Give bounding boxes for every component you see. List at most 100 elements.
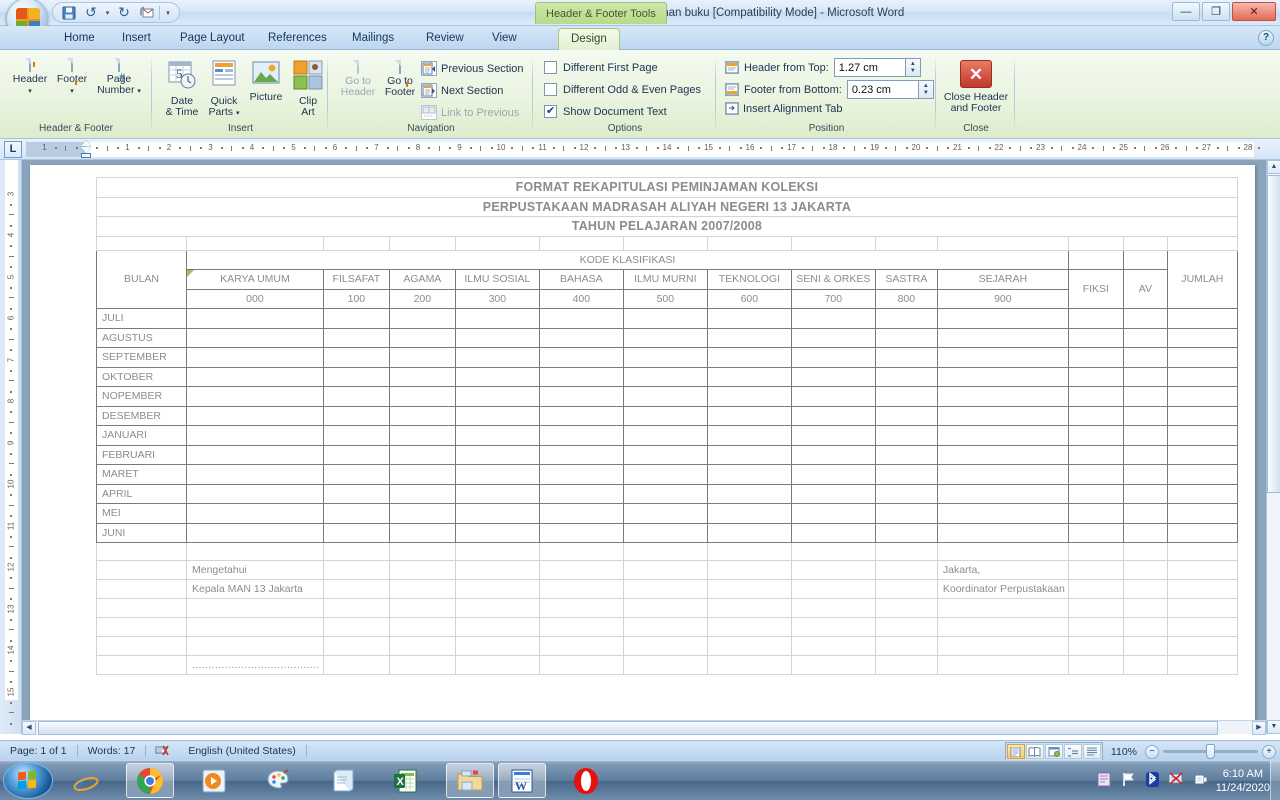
data-cell[interactable] [388,405,456,426]
data-cell[interactable] [1122,308,1168,329]
next-section-button[interactable]: Next Section [421,83,503,98]
checkbox-icon[interactable] [544,61,557,74]
taskbar-notepad[interactable] [318,763,366,798]
data-cell[interactable] [388,347,456,368]
table-row[interactable]: FEBRUARI [96,444,1238,465]
ruler-track[interactable]: 1 1 2 3 4 5 6 7 8 9 10 11 12 13 14 15 16 17 18 19 20 21 22 23 24… [26,139,1280,159]
spinner-down-icon[interactable]: ▼ [910,68,916,75]
spinner-down-icon[interactable]: ▼ [923,90,929,97]
language-indicator[interactable]: English (United States) [178,741,305,761]
taskbar-windows-explorer[interactable] [446,763,494,798]
spinner-up-icon[interactable]: ▲ [910,61,916,68]
table-row[interactable]: JUNI [96,522,1238,543]
data-cell[interactable] [622,522,708,543]
data-cell[interactable] [622,464,708,485]
table-row[interactable]: MARET [96,464,1238,485]
data-cell[interactable] [388,464,456,485]
table-row[interactable]: MEI [96,503,1238,524]
page-indicator[interactable]: Page: 1 of 1 [0,741,77,761]
tab-page-layout[interactable]: Page Layout [168,28,257,50]
redo-icon[interactable]: ↻ [114,4,134,22]
data-cell[interactable] [1067,503,1124,524]
taskbar-opera-browser[interactable] [562,763,610,798]
data-cell[interactable] [1166,366,1238,387]
proofing-errors-icon[interactable] [146,741,178,761]
table-row[interactable]: NOPEMBER [96,386,1238,407]
data-cell[interactable] [790,444,876,465]
data-cell[interactable] [322,405,390,426]
data-cell[interactable] [622,425,708,446]
tab-home[interactable]: Home [52,28,107,50]
data-cell[interactable] [874,347,938,368]
data-cell[interactable] [186,405,324,426]
data-cell[interactable] [936,308,1069,329]
data-cell[interactable] [388,503,456,524]
data-cell[interactable] [454,405,540,426]
table-row[interactable]: JULI [96,308,1238,329]
footer-from-bottom-input[interactable]: 0.23 cm [846,80,919,99]
tab-selector-button[interactable]: L [4,141,22,158]
data-cell[interactable] [322,347,390,368]
header-from-top-input[interactable]: 1.27 cm [833,58,906,77]
data-cell[interactable] [622,327,708,348]
tab-mailings[interactable]: Mailings [340,28,406,50]
recap-table[interactable]: FORMAT REKAPITULASI PEMINJAMAN KOLEKSI PE… [96,177,1238,675]
help-icon[interactable]: ? [1258,30,1274,46]
data-cell[interactable] [706,425,792,446]
tab-design[interactable]: Design [558,28,620,50]
data-cell[interactable] [1166,483,1238,504]
data-cell[interactable] [790,425,876,446]
data-cell[interactable] [322,386,390,407]
table-row[interactable]: AGUSTUS [96,327,1238,348]
data-cell[interactable] [388,444,456,465]
zoom-out-button[interactable]: − [1145,744,1159,759]
data-cell[interactable] [388,308,456,329]
data-cell[interactable] [622,503,708,524]
data-cell[interactable] [1122,386,1168,407]
document-area[interactable]: FORMAT REKAPITULASI PEMINJAMAN KOLEKSI PE… [22,160,1266,734]
data-cell[interactable] [454,483,540,504]
data-cell[interactable] [322,425,390,446]
scroll-up-arrow[interactable]: ▲ [1267,160,1280,174]
data-cell[interactable] [790,308,876,329]
data-cell[interactable] [874,308,938,329]
show-document-text-option[interactable]: Show Document Text [544,104,667,118]
data-cell[interactable] [936,347,1069,368]
data-cell[interactable] [1166,464,1238,485]
start-button[interactable] [3,762,53,799]
data-cell[interactable] [538,308,624,329]
zoom-level[interactable]: 110% [1107,746,1141,758]
different-odd-even-option[interactable]: Different Odd & Even Pages [544,83,701,96]
data-cell[interactable] [1122,425,1168,446]
data-cell[interactable] [1122,464,1168,485]
data-cell[interactable] [322,464,390,485]
previous-section-button[interactable]: Previous Section [421,61,524,76]
undo-dropdown-icon[interactable]: ▾ [103,4,112,22]
data-cell[interactable] [388,386,456,407]
data-cell[interactable] [322,327,390,348]
data-cell[interactable] [874,483,938,504]
close-header-and-footer-button[interactable]: ✕ Close Header and Footer [937,56,1015,114]
save-icon[interactable] [59,4,79,22]
data-cell[interactable] [454,503,540,524]
tab-review[interactable]: Review [414,28,476,50]
data-cell[interactable] [622,444,708,465]
data-cell[interactable] [186,464,324,485]
data-cell[interactable] [322,483,390,504]
link-to-previous-button[interactable]: Link to Previous [421,105,519,120]
data-cell[interactable] [454,308,540,329]
data-cell[interactable] [1166,347,1238,368]
data-cell[interactable] [1122,503,1168,524]
data-cell[interactable] [936,503,1069,524]
data-cell[interactable] [790,347,876,368]
data-cell[interactable] [1122,347,1168,368]
close-button[interactable]: ✕ [1232,2,1276,21]
data-cell[interactable] [622,347,708,368]
data-cell[interactable] [1067,483,1124,504]
spinner-up-icon[interactable]: ▲ [923,83,929,90]
data-cell[interactable] [936,444,1069,465]
data-cell[interactable] [186,366,324,387]
full-screen-reading-view-button[interactable] [1025,744,1044,759]
data-cell[interactable] [790,327,876,348]
data-cell[interactable] [936,386,1069,407]
